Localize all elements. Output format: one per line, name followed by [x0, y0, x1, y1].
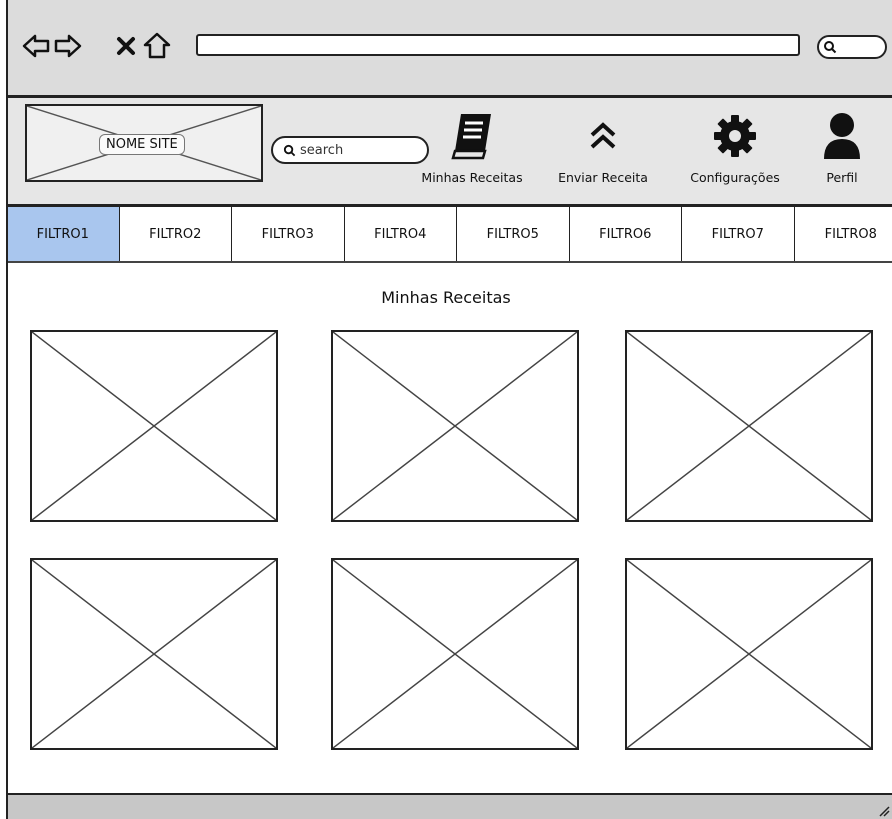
- recipe-card[interactable]: [625, 558, 873, 750]
- recipe-card[interactable]: [30, 330, 278, 522]
- tab-filtro7[interactable]: FILTRO7: [682, 207, 795, 261]
- forward-arrow-icon[interactable]: [52, 30, 84, 62]
- nav-label: Perfil: [826, 170, 858, 185]
- divider: [7, 261, 892, 263]
- recipe-card[interactable]: [30, 558, 278, 750]
- tab-filtro8[interactable]: FILTRO8: [794, 207, 892, 261]
- double-chevron-up-icon: [586, 108, 620, 164]
- logo-label: NOME SITE: [99, 134, 185, 155]
- home-icon[interactable]: [141, 30, 173, 62]
- logo-placeholder[interactable]: NOME SITE: [25, 104, 263, 182]
- gear-icon: [713, 108, 757, 164]
- nav-label: Enviar Receita: [558, 170, 648, 185]
- recipe-card[interactable]: [625, 330, 873, 522]
- tab-filtro3[interactable]: FILTRO3: [232, 207, 345, 261]
- nav-perfil[interactable]: Perfil: [807, 108, 877, 185]
- url-bar[interactable]: [196, 34, 800, 56]
- image-placeholder-icon: [32, 560, 276, 748]
- nav-label: Configurações: [690, 170, 780, 185]
- filter-tabs: FILTRO1 FILTRO2 FILTRO3 FILTRO4 FILTRO5 …: [7, 207, 892, 261]
- search-icon: [824, 41, 837, 54]
- close-x-icon[interactable]: [110, 30, 142, 62]
- tab-filtro2[interactable]: FILTRO2: [119, 207, 232, 261]
- footer-bar: [7, 793, 892, 819]
- tab-filtro4[interactable]: FILTRO4: [344, 207, 457, 261]
- image-placeholder-icon: [627, 560, 871, 748]
- nav-minhas-receitas[interactable]: Minhas Receitas: [407, 108, 537, 185]
- search-icon: [283, 144, 296, 156]
- user-icon: [822, 108, 862, 164]
- site-header: NOME SITE Minhas Receitas Enviar Receita: [7, 98, 892, 204]
- resize-grip-icon[interactable]: [876, 803, 890, 817]
- recipe-card[interactable]: [331, 558, 579, 750]
- search-field[interactable]: [271, 136, 429, 164]
- nav-enviar-receita[interactable]: Enviar Receita: [543, 108, 663, 185]
- search-input[interactable]: [300, 142, 410, 158]
- book-icon: [449, 108, 495, 164]
- tab-filtro6[interactable]: FILTRO6: [569, 207, 682, 261]
- nav-label: Minhas Receitas: [421, 170, 523, 185]
- browser-search[interactable]: [817, 35, 887, 59]
- tab-filtro5[interactable]: FILTRO5: [457, 207, 570, 261]
- image-placeholder-icon: [333, 332, 577, 520]
- nav-configuracoes[interactable]: Configurações: [675, 108, 795, 185]
- image-placeholder-icon: [333, 560, 577, 748]
- image-placeholder-icon: [32, 332, 276, 520]
- image-placeholder-icon: [627, 332, 871, 520]
- tab-filtro1[interactable]: FILTRO1: [7, 207, 120, 261]
- page-title: Minhas Receitas: [381, 288, 511, 307]
- back-arrow-icon[interactable]: [20, 30, 52, 62]
- recipe-card[interactable]: [331, 330, 579, 522]
